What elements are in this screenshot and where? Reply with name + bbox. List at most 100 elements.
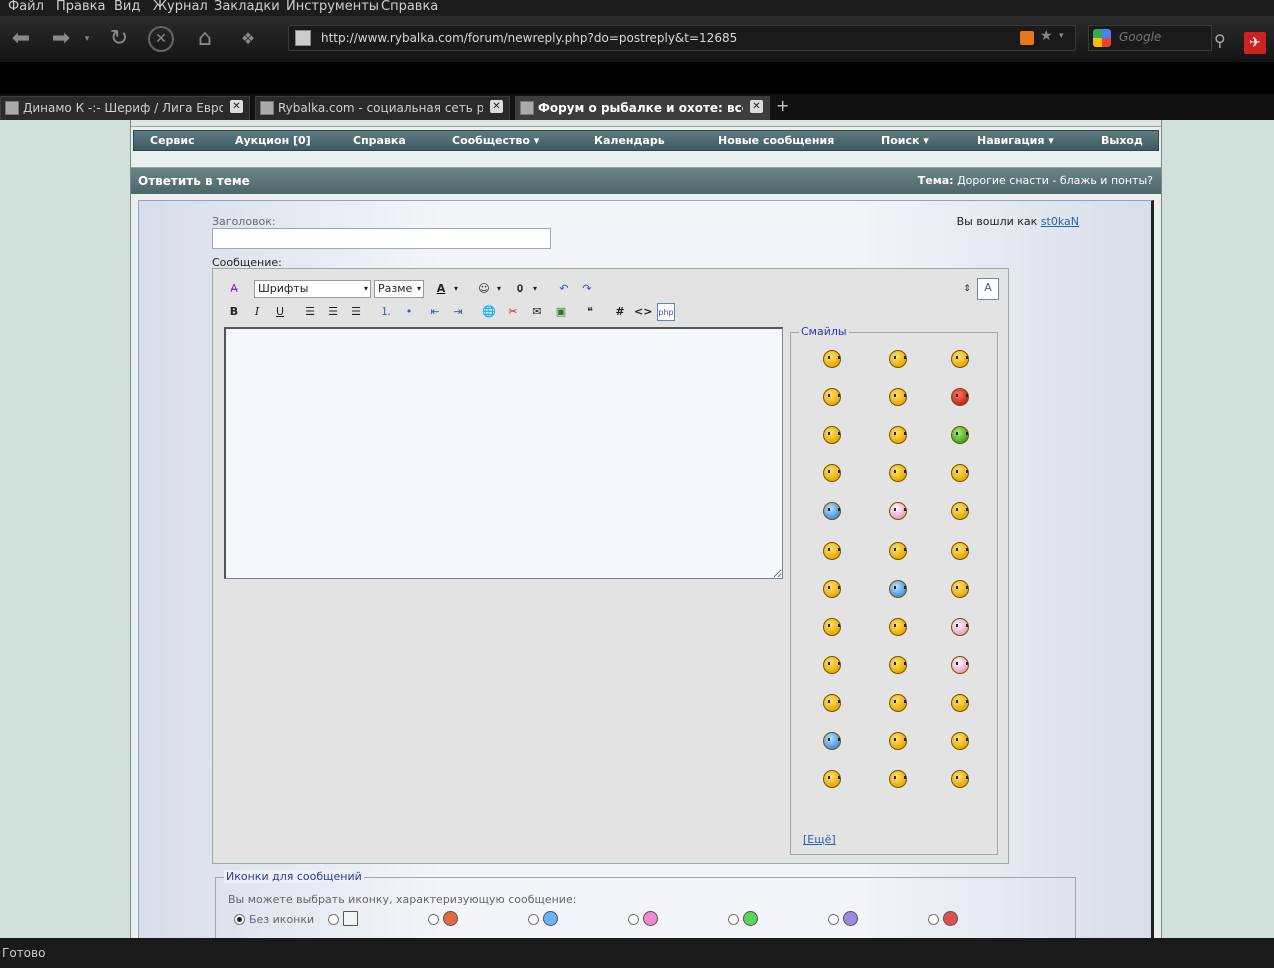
insert-image-icon[interactable]: ▣: [552, 303, 570, 321]
smiley-icon[interactable]: [951, 694, 969, 712]
star-icon[interactable]: ★: [1040, 28, 1053, 44]
address-bar[interactable]: http://www.rybalka.com/forum/newreply.ph…: [288, 25, 1076, 51]
smiley-icon[interactable]: [823, 694, 841, 712]
rss-icon[interactable]: [1020, 31, 1034, 45]
message-icon-radio[interactable]: [328, 914, 339, 925]
back-icon[interactable]: ⬅: [6, 24, 36, 54]
smiley-icon[interactable]: [951, 656, 969, 674]
smiley-icon[interactable]: [951, 542, 969, 560]
smiley-icon[interactable]: [889, 542, 907, 560]
forward-icon[interactable]: ➡: [46, 24, 76, 54]
smiley-dropdown-icon[interactable]: ▾: [494, 280, 504, 298]
message-textarea[interactable]: [224, 327, 783, 579]
message-icon-radio[interactable]: [928, 914, 939, 925]
smiley-icon[interactable]: [823, 618, 841, 636]
switch-mode-icon[interactable]: A: [977, 278, 999, 300]
smiley-icon[interactable]: [823, 732, 841, 750]
smiley-icon[interactable]: [951, 464, 969, 482]
smiley-icon[interactable]: ☺: [475, 280, 493, 298]
color-dropdown-icon[interactable]: ▾: [451, 280, 461, 298]
italic-icon[interactable]: I: [248, 303, 266, 321]
tab-dynamo[interactable]: Динамо К -:- Шериф / Лига Европ... ✕: [0, 96, 250, 120]
nav-calendar[interactable]: Календарь: [594, 134, 665, 147]
stop-icon[interactable]: ✕: [148, 26, 174, 52]
nav-navigation[interactable]: Навигация ▾: [977, 134, 1054, 147]
username-link[interactable]: st0kaN: [1041, 215, 1079, 228]
unordered-list-icon[interactable]: •: [400, 303, 418, 321]
message-icon-radio[interactable]: [828, 914, 839, 925]
ordered-list-icon[interactable]: ⒈: [377, 303, 395, 321]
nav-logout[interactable]: Выход: [1101, 134, 1143, 147]
close-icon[interactable]: ✕: [230, 100, 243, 113]
smiley-icon[interactable]: [951, 770, 969, 788]
smiley-icon[interactable]: [889, 732, 907, 750]
url-dropdown-icon[interactable]: ▾: [1059, 31, 1064, 41]
grin-smiley-icon[interactable]: [743, 911, 758, 926]
search-icon[interactable]: ⚲: [1214, 31, 1226, 50]
redo-icon[interactable]: ↷: [578, 280, 596, 298]
sad-smiley-icon[interactable]: [843, 911, 858, 926]
smiley-icon[interactable]: [951, 426, 969, 444]
smiley-icon[interactable]: [951, 502, 969, 520]
remove-link-icon[interactable]: ✂: [504, 303, 522, 321]
smiley-icon[interactable]: [823, 542, 841, 560]
nav-auction[interactable]: Аукцион [0]: [235, 134, 311, 147]
menu-history[interactable]: Журнал: [153, 0, 208, 14]
remove-format-icon[interactable]: A̶: [225, 280, 243, 298]
smiley-icon[interactable]: [823, 656, 841, 674]
smiley-icon[interactable]: [889, 656, 907, 674]
menu-help[interactable]: Справка: [381, 0, 438, 14]
smiley-icon[interactable]: [889, 694, 907, 712]
align-center-icon[interactable]: ☰: [324, 303, 342, 321]
addon-icon[interactable]: ✈: [1244, 32, 1266, 54]
php-code-icon[interactable]: php: [657, 303, 675, 321]
message-icon-radio[interactable]: [428, 914, 439, 925]
nav-help[interactable]: Справка: [353, 134, 406, 147]
title-field[interactable]: [212, 228, 551, 249]
message-icon-radio[interactable]: [528, 914, 539, 925]
page-icon[interactable]: [343, 911, 358, 926]
attachment-dropdown-icon[interactable]: ▾: [530, 280, 540, 298]
smiley-icon[interactable]: [889, 502, 907, 520]
smiley-icon[interactable]: [889, 580, 907, 598]
hash-code-icon[interactable]: #: [611, 303, 629, 321]
smiley-icon[interactable]: [951, 618, 969, 636]
html-code-icon[interactable]: <>: [634, 303, 652, 321]
menu-bookmarks[interactable]: Закладки: [214, 0, 280, 14]
new-tab-icon[interactable]: +: [776, 96, 789, 115]
smiley-icon[interactable]: [889, 464, 907, 482]
smiley-icon[interactable]: [889, 350, 907, 368]
smiley-icon[interactable]: [823, 464, 841, 482]
size-select[interactable]: Разме ▾: [374, 280, 424, 298]
smiley-icon[interactable]: [951, 580, 969, 598]
smiley-icon[interactable]: [823, 350, 841, 368]
cool-smiley-icon[interactable]: [543, 911, 558, 926]
nav-community[interactable]: Сообщество ▾: [452, 134, 539, 147]
menu-tools[interactable]: Инструменты: [286, 0, 379, 14]
tab-forum[interactable]: Форум о рыбалке и охоте: все, ... ✕: [515, 96, 770, 120]
angry-smiley-icon[interactable]: [943, 911, 958, 926]
google-engine-icon[interactable]: [1093, 29, 1111, 47]
smiley-icon[interactable]: [823, 580, 841, 598]
align-right-icon[interactable]: ☰: [347, 303, 365, 321]
menu-view[interactable]: Вид: [114, 0, 140, 14]
tab-rybalka[interactable]: Rybalka.com - социальная сеть ры... ✕: [255, 96, 510, 120]
reload-icon[interactable]: ↻: [104, 24, 134, 54]
smiley-icon[interactable]: [823, 770, 841, 788]
message-icon-radio[interactable]: [728, 914, 739, 925]
thumbs-down-icon[interactable]: [443, 911, 458, 926]
insert-link-icon[interactable]: 🌐: [480, 303, 498, 321]
close-icon[interactable]: ✕: [750, 100, 763, 113]
smiley-icon[interactable]: [823, 388, 841, 406]
attachment-icon[interactable]: 𝟎: [511, 280, 529, 298]
smiley-icon[interactable]: [889, 618, 907, 636]
more-smilies-link[interactable]: [Ещё]: [803, 833, 836, 846]
bold-icon[interactable]: B: [225, 303, 243, 321]
insert-email-icon[interactable]: ✉: [528, 303, 546, 321]
smiley-icon[interactable]: [823, 502, 841, 520]
align-left-icon[interactable]: ☰: [301, 303, 319, 321]
menu-file[interactable]: Файл: [8, 0, 44, 14]
smiley-icon[interactable]: [951, 732, 969, 750]
history-dropdown-icon[interactable]: ▾: [80, 24, 94, 54]
nav-search[interactable]: Поиск ▾: [881, 134, 929, 147]
